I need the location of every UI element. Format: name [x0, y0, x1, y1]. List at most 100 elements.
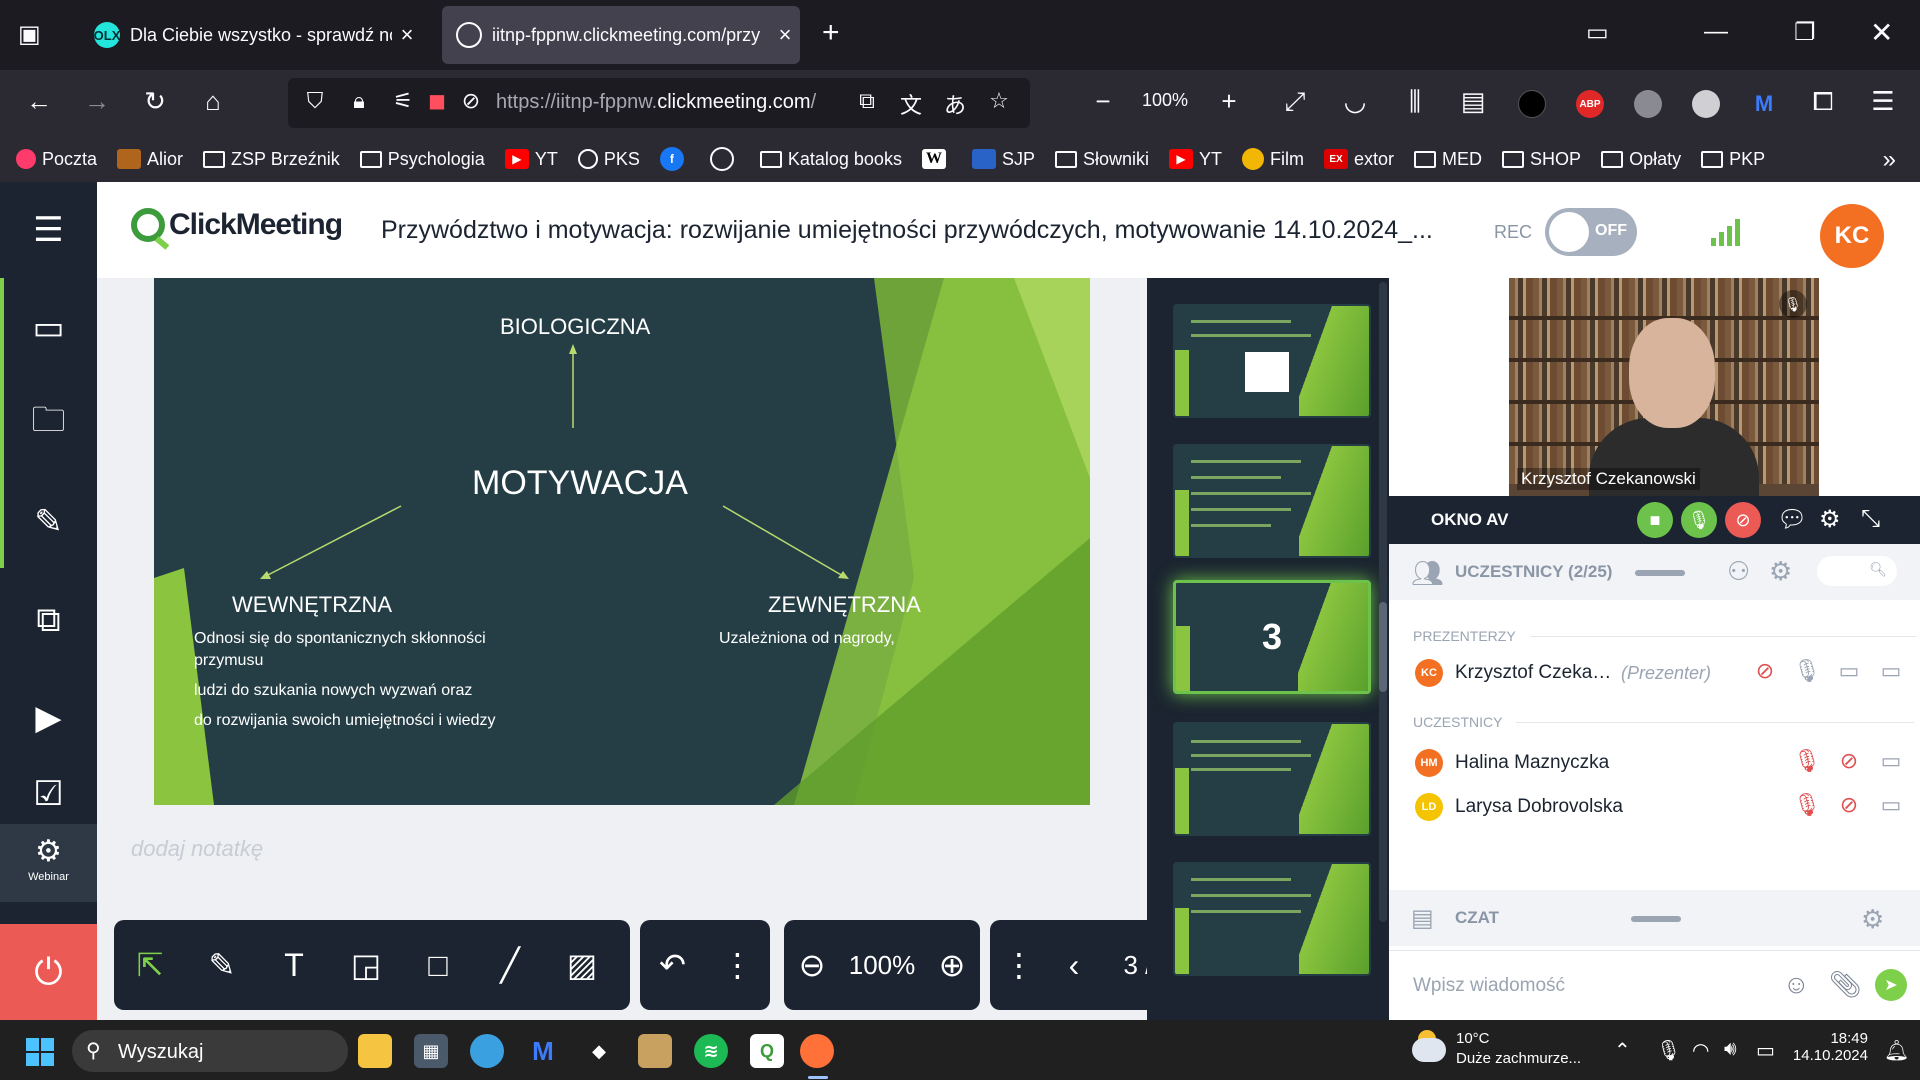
pen-tool-icon[interactable]: ✎	[186, 946, 258, 984]
chat-bubble-icon[interactable]: 💬︎	[1777, 505, 1807, 534]
slide-thumbnail[interactable]	[1173, 444, 1371, 558]
gear-icon[interactable]: ⚙	[1819, 505, 1841, 534]
library-icon[interactable]: ⫼	[1398, 86, 1432, 118]
chevron-up-icon[interactable]: ⌃	[1614, 1038, 1631, 1063]
bookmark-alior[interactable]: Alior	[117, 149, 183, 170]
notes-input[interactable]: dodaj notatkę	[131, 836, 263, 862]
picture-in-picture-icon[interactable]: ⧉	[850, 88, 884, 114]
hamburger-menu-icon[interactable]: ☰	[0, 182, 97, 278]
emoji-icon[interactable]: ☺	[1783, 969, 1810, 1000]
tab-olx[interactable]: OLX Dla Ciebie wszystko - sprawdź now ×	[80, 6, 422, 64]
bookmark-shop[interactable]: SHOP	[1502, 149, 1581, 170]
calculator-icon[interactable]: ▦	[414, 1034, 448, 1068]
thumbnails-scrollbar[interactable]	[1379, 282, 1387, 922]
zoom-level[interactable]: 100%	[1142, 90, 1188, 111]
extension-icon[interactable]	[1692, 90, 1720, 118]
camera-icon[interactable]: ▭	[1835, 658, 1863, 684]
slide-thumbnail[interactable]	[1173, 862, 1371, 976]
monitor-icon[interactable]: ▭	[1877, 658, 1905, 684]
bookmark-yt[interactable]: ▶ YT	[504, 149, 558, 170]
sidebar-icon[interactable]: ▤	[1456, 86, 1490, 117]
url-bar[interactable]: ⛉ 🔒︎ ⚟ ◼ ⊘ https://iitnp-fppnw.clickmeet…	[288, 78, 1030, 128]
bookmark-film[interactable]: Film	[1242, 148, 1304, 170]
browser-app-icon[interactable]	[470, 1034, 504, 1068]
image-tool-icon[interactable]: ▨	[546, 946, 618, 984]
slide-thumbnail[interactable]	[1173, 722, 1371, 836]
reload-icon[interactable]: ↻	[138, 86, 172, 117]
shield-icon[interactable]: ⛉	[298, 88, 332, 114]
participant-row[interactable]: KC Krzysztof Czekanowski (Prezenter) ⊘ 🎙…	[1415, 658, 1905, 688]
close-icon[interactable]: ×	[770, 22, 800, 48]
camera-sharing-icon[interactable]: ◼	[420, 88, 454, 114]
malwarebytes-icon[interactable]: M	[526, 1034, 560, 1068]
text-tool-icon[interactable]: T	[258, 947, 330, 984]
menu-icon[interactable]: ☰	[1866, 86, 1900, 117]
bookmark-yt-2[interactable]: ▶ YT	[1169, 149, 1222, 170]
participants-search-input[interactable]: 🔍︎	[1817, 556, 1897, 586]
forward-icon[interactable]: →	[80, 86, 114, 117]
bookmark-med[interactable]: MED	[1414, 149, 1482, 170]
close-window-icon[interactable]: ✕	[1870, 16, 1893, 49]
chat-message-input[interactable]: Wpisz wiadomość	[1413, 975, 1565, 997]
bookmark-pkp[interactable]: PKP	[1701, 149, 1765, 170]
participant-row[interactable]: LD Larysa Dobrovolska 🎙︎ ⊘ ▭	[1415, 792, 1905, 822]
zoom-out-icon[interactable]: ⊖	[784, 946, 840, 984]
image-app-icon[interactable]	[638, 1034, 672, 1068]
more-options-icon[interactable]: ⋮	[990, 946, 1048, 984]
chevron-left-icon[interactable]: ‹	[1048, 947, 1100, 984]
bookmark-facebook[interactable]: f	[659, 147, 690, 171]
rectangle-tool-icon[interactable]: □	[402, 947, 474, 984]
screen-share-icon[interactable]: ⧉	[0, 580, 97, 660]
folder-icon[interactable]: 🗀	[0, 384, 97, 464]
window-list-icon[interactable]: ▭	[1586, 18, 1609, 47]
monitor-icon[interactable]: ▭	[1877, 748, 1905, 774]
slide-thumbnail-active[interactable]: 3	[1173, 580, 1371, 694]
bookmark-oplaty[interactable]: Opłaty	[1601, 149, 1681, 170]
pocket-icon[interactable]: ◡	[1338, 86, 1372, 117]
camera-off-icon[interactable]: ⊘	[1835, 748, 1863, 774]
spotify-icon[interactable]: ≋	[694, 1034, 728, 1068]
bookmark-whatsapp[interactable]	[709, 147, 740, 171]
add-user-icon[interactable]: ⚇	[1727, 556, 1750, 587]
edit-icon[interactable]: ✎	[0, 482, 97, 562]
send-icon[interactable]: ➤	[1875, 969, 1907, 1001]
wifi-icon[interactable]: ◠	[1692, 1038, 1709, 1063]
permissions-icon[interactable]: ⚟	[386, 88, 420, 114]
attachment-icon[interactable]: 📎︎	[1829, 969, 1862, 1000]
taskbar-clock[interactable]: 18:49 14.10.2024	[1784, 1030, 1868, 1064]
zoom-out-icon[interactable]: −	[1086, 86, 1120, 117]
camera-off-icon[interactable]: ⊘	[1835, 792, 1863, 818]
back-icon[interactable]: ←	[22, 86, 56, 117]
screen-sharing-icon[interactable]: ⊘	[454, 88, 488, 114]
video-file-icon[interactable]: ▶	[0, 678, 97, 758]
bookmark-psychologia[interactable]: Psychologia	[359, 149, 485, 170]
notification-bell-icon[interactable]: 🔔︎	[1884, 1038, 1909, 1063]
vpn-extension-icon[interactable]	[1634, 90, 1662, 118]
tab-overview-icon[interactable]: ▣	[18, 20, 41, 49]
microphone-icon[interactable]: 🎙︎	[1793, 658, 1821, 684]
bookmark-slowniki[interactable]: Słowniki	[1054, 149, 1149, 170]
restore-icon[interactable]: ❐	[1794, 18, 1816, 47]
url-text[interactable]: https://iitnp-fppnw.clickmeeting.com/	[496, 91, 840, 114]
lock-icon[interactable]: 🔒︎	[342, 88, 376, 114]
bookmark-sjp[interactable]: SJP	[971, 149, 1035, 170]
fullscreen-icon[interactable]: ⤢	[1278, 86, 1312, 118]
zoom-in-icon[interactable]: +	[1212, 86, 1246, 117]
rec-toggle[interactable]: OFF	[1545, 208, 1637, 256]
close-icon[interactable]: ×	[392, 22, 422, 48]
chevron-right-icon[interactable]: »	[1883, 146, 1896, 174]
bookmark-katalog-books[interactable]: Katalog books	[759, 149, 902, 170]
minimize-icon[interactable]: —	[1704, 18, 1728, 46]
windows-start-icon[interactable]	[26, 1038, 54, 1066]
firefox-icon[interactable]	[800, 1034, 834, 1068]
bookmark-extor[interactable]: EX extor	[1324, 149, 1394, 170]
webinar-nav-item[interactable]: ⚙ Webinar	[0, 824, 97, 902]
tab-clickmeeting[interactable]: iitnp-fppnw.clickmeeting.com/przy ×	[442, 6, 800, 64]
camera-toggle-icon[interactable]: ■	[1637, 502, 1673, 538]
bookmark-pks[interactable]: PKS	[577, 149, 640, 170]
slide-thumbnail[interactable]	[1173, 304, 1371, 418]
undo-icon[interactable]: ↶	[640, 946, 705, 984]
bookmark-wikipedia[interactable]: W	[921, 149, 952, 169]
translate-icon[interactable]: 文	[894, 88, 928, 120]
zoom-in-icon[interactable]: ⊕	[924, 946, 980, 984]
